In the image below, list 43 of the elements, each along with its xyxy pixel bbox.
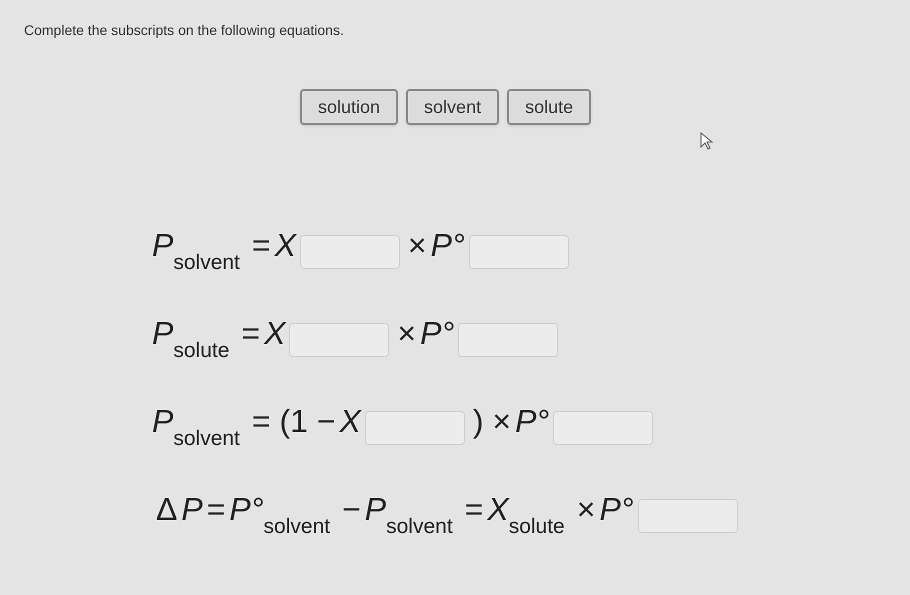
equation-operator: Δ (155, 493, 178, 525)
equation-operator: × (406, 229, 428, 261)
equation-variable: P (181, 493, 203, 525)
equation-operator: ) × (472, 405, 512, 437)
answer-chip[interactable]: solute (507, 89, 592, 125)
equation-subscript: solvent (173, 428, 240, 449)
equation-variable: P° (420, 317, 454, 349)
equation-subscript: solute (173, 340, 230, 361)
equation-operator: × (396, 317, 418, 349)
equation-variable: P° (515, 405, 550, 437)
equation-variable: P° (430, 229, 465, 261)
equation-operator: = (250, 229, 272, 261)
equation-subscript: solvent (386, 516, 453, 537)
equation-operator: = (464, 493, 484, 525)
equation-operator: = (1 − (250, 405, 336, 437)
equation-variable: X (274, 229, 296, 261)
equation-operator: = (206, 493, 226, 525)
equation-variable: P° (599, 493, 634, 525)
equation-operator: − (341, 493, 362, 525)
answer-box[interactable] (300, 235, 400, 269)
answer-chip[interactable]: solvent (406, 89, 500, 125)
equation-variable: X (340, 405, 361, 437)
answer-box[interactable] (468, 235, 569, 269)
equation-operator: = (240, 317, 262, 349)
equation-subscript: solvent (264, 516, 330, 537)
equation-subscript: solute (508, 516, 565, 537)
instruction-text: Complete the subscripts on the following equations. (24, 21, 345, 40)
equation-variable: X (264, 317, 286, 349)
equation-variable: P (152, 317, 174, 349)
answer-chip[interactable]: solution (300, 89, 398, 125)
equation-variable: P° (229, 493, 264, 525)
answer-box[interactable] (289, 323, 390, 357)
answer-box[interactable] (458, 323, 558, 357)
answer-box[interactable] (364, 411, 465, 445)
equation-variable: P (364, 493, 386, 525)
answer-box[interactable] (553, 411, 654, 445)
equation-operator: × (576, 493, 596, 525)
equation-variable: P (152, 405, 174, 437)
answer-box[interactable] (638, 499, 738, 533)
equation-subscript: solvent (173, 252, 240, 273)
equation-variable: X (487, 493, 509, 525)
cursor-icon (700, 132, 714, 150)
equation-variable: P (152, 229, 174, 261)
